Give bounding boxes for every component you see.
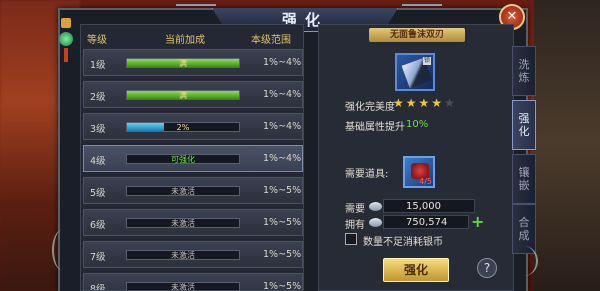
title-ornament-left — [176, 4, 216, 18]
row-range: 1%~4% — [263, 89, 302, 100]
row-range: 1%~5% — [263, 281, 302, 291]
leaf-ornament-right — [510, 246, 538, 276]
perfection-stars: ★★★★★ — [393, 96, 457, 110]
item-name: 无面鲁沫双刃 — [369, 28, 465, 42]
detail-panel: 无面鲁沫双刃 锁 强化完美度 ★★★★★ 基础属性提升 10% 需要道具: 4/… — [318, 24, 514, 291]
bonus-progress-bar: 满 — [126, 90, 240, 100]
row-level: 3级 — [90, 124, 106, 135]
material-count: 4/5 — [419, 177, 432, 186]
list-header: 等级 当前加成 本级范围 — [81, 25, 303, 47]
own-value-box: 750,574 — [383, 215, 469, 229]
bonus-status: 满 — [179, 91, 187, 100]
row-range: 1%~5% — [263, 185, 302, 196]
bonus-status: 可强化 — [171, 155, 195, 164]
bonus-status: 2% — [176, 123, 190, 132]
row-level: 5级 — [90, 188, 106, 199]
bonus-progress-bar: 满 — [126, 58, 240, 68]
bonus-progress-bar: 2% — [126, 122, 240, 132]
bonus-progress-bar: 可强化 — [126, 154, 240, 164]
row-range: 1%~4% — [263, 57, 302, 68]
add-silver-button[interactable]: + — [471, 214, 484, 230]
header-bonus: 当前加成 — [165, 35, 205, 46]
title-ornament-right — [402, 4, 442, 18]
bonus-status: 未激活 — [171, 187, 195, 196]
star-icon: ★ — [405, 96, 419, 110]
need-label: 需要 — [345, 204, 365, 215]
item-slot[interactable]: 锁 — [395, 53, 435, 91]
level-row[interactable]: 5级 未激活 1%~5% — [83, 177, 303, 204]
help-button[interactable]: ? — [477, 258, 497, 278]
silver-coin-icon — [369, 202, 382, 211]
star-icon: ★ — [444, 96, 457, 110]
tab-label: 强 化 — [518, 112, 530, 138]
row-range: 1%~4% — [263, 121, 302, 132]
tab-strengthen[interactable]: 强 化 — [512, 100, 536, 150]
row-level: 8级 — [90, 284, 106, 291]
attr-value: 10% — [406, 119, 429, 130]
bonus-progress-bar: 未激活 — [126, 282, 240, 291]
own-value: 750,574 — [406, 217, 448, 228]
row-range: 1%~5% — [263, 249, 302, 260]
bind-badge-icon: 锁 — [423, 57, 431, 65]
material-label: 需要道具: — [345, 169, 389, 180]
bonus-status: 满 — [179, 59, 187, 68]
strengthen-button[interactable]: 强化 — [383, 258, 449, 282]
bonus-status: 未激活 — [171, 251, 195, 260]
bonus-progress-bar: 未激活 — [126, 186, 240, 196]
row-level: 1级 — [90, 60, 106, 71]
bonus-status: 未激活 — [171, 283, 195, 291]
row-range: 1%~4% — [263, 153, 302, 164]
level-row[interactable]: 1级 满 1%~4% — [83, 49, 303, 76]
tab-refine[interactable]: 洗 炼 — [512, 46, 536, 96]
bonus-status: 未激活 — [171, 219, 195, 228]
checkbox-label: 数量不足消耗银币 — [363, 237, 443, 248]
tab-label: 合 成 — [518, 216, 530, 242]
tab-inlay[interactable]: 镶 嵌 — [512, 154, 536, 204]
star-icon: ★ — [418, 96, 432, 110]
row-level: 6级 — [90, 220, 106, 231]
row-level: 7级 — [90, 252, 106, 263]
level-row[interactable]: 6级 未激活 1%~5% — [83, 209, 303, 236]
game-background-right — [534, 0, 600, 291]
bonus-progress-bar: 未激活 — [126, 250, 240, 260]
header-level: 等级 — [87, 35, 107, 46]
need-value-box: 15,000 — [383, 199, 475, 213]
jade-charm-ornament — [58, 18, 74, 62]
leaf-ornament-left — [52, 230, 72, 270]
material-slot[interactable]: 4/5 — [403, 156, 435, 188]
level-row[interactable]: 4级 可强化 1%~4% — [83, 145, 303, 172]
tab-label: 镶 嵌 — [518, 166, 530, 192]
level-row[interactable]: 3级 2% 1%~4% — [83, 113, 303, 140]
tab-label: 洗 炼 — [518, 58, 530, 84]
use-silver-checkbox[interactable] — [345, 233, 357, 245]
bonus-progress-bar: 未激活 — [126, 218, 240, 228]
star-icon: ★ — [393, 96, 406, 110]
row-level: 4级 — [90, 156, 106, 167]
attr-label: 基础属性提升 — [345, 122, 405, 133]
own-label: 拥有 — [345, 220, 365, 231]
level-row[interactable]: 7级 未激活 1%~5% — [83, 241, 303, 268]
level-list: 等级 当前加成 本级范围 1级满 1%~4% 2级满 1%~4% 3级 2% 1%~4% 4级… — [80, 24, 304, 291]
level-row[interactable]: 8级 未激活 1%~5% — [83, 273, 303, 291]
row-range: 1%~5% — [263, 217, 302, 228]
silver-coin-icon — [369, 218, 382, 227]
row-level: 2级 — [90, 92, 106, 103]
need-value: 15,000 — [406, 201, 441, 212]
star-icon: ★ — [431, 96, 445, 110]
perfection-label: 强化完美度 — [345, 102, 395, 113]
header-range: 本级范围 — [251, 35, 291, 46]
level-row[interactable]: 2级 满 1%~4% — [83, 81, 303, 108]
